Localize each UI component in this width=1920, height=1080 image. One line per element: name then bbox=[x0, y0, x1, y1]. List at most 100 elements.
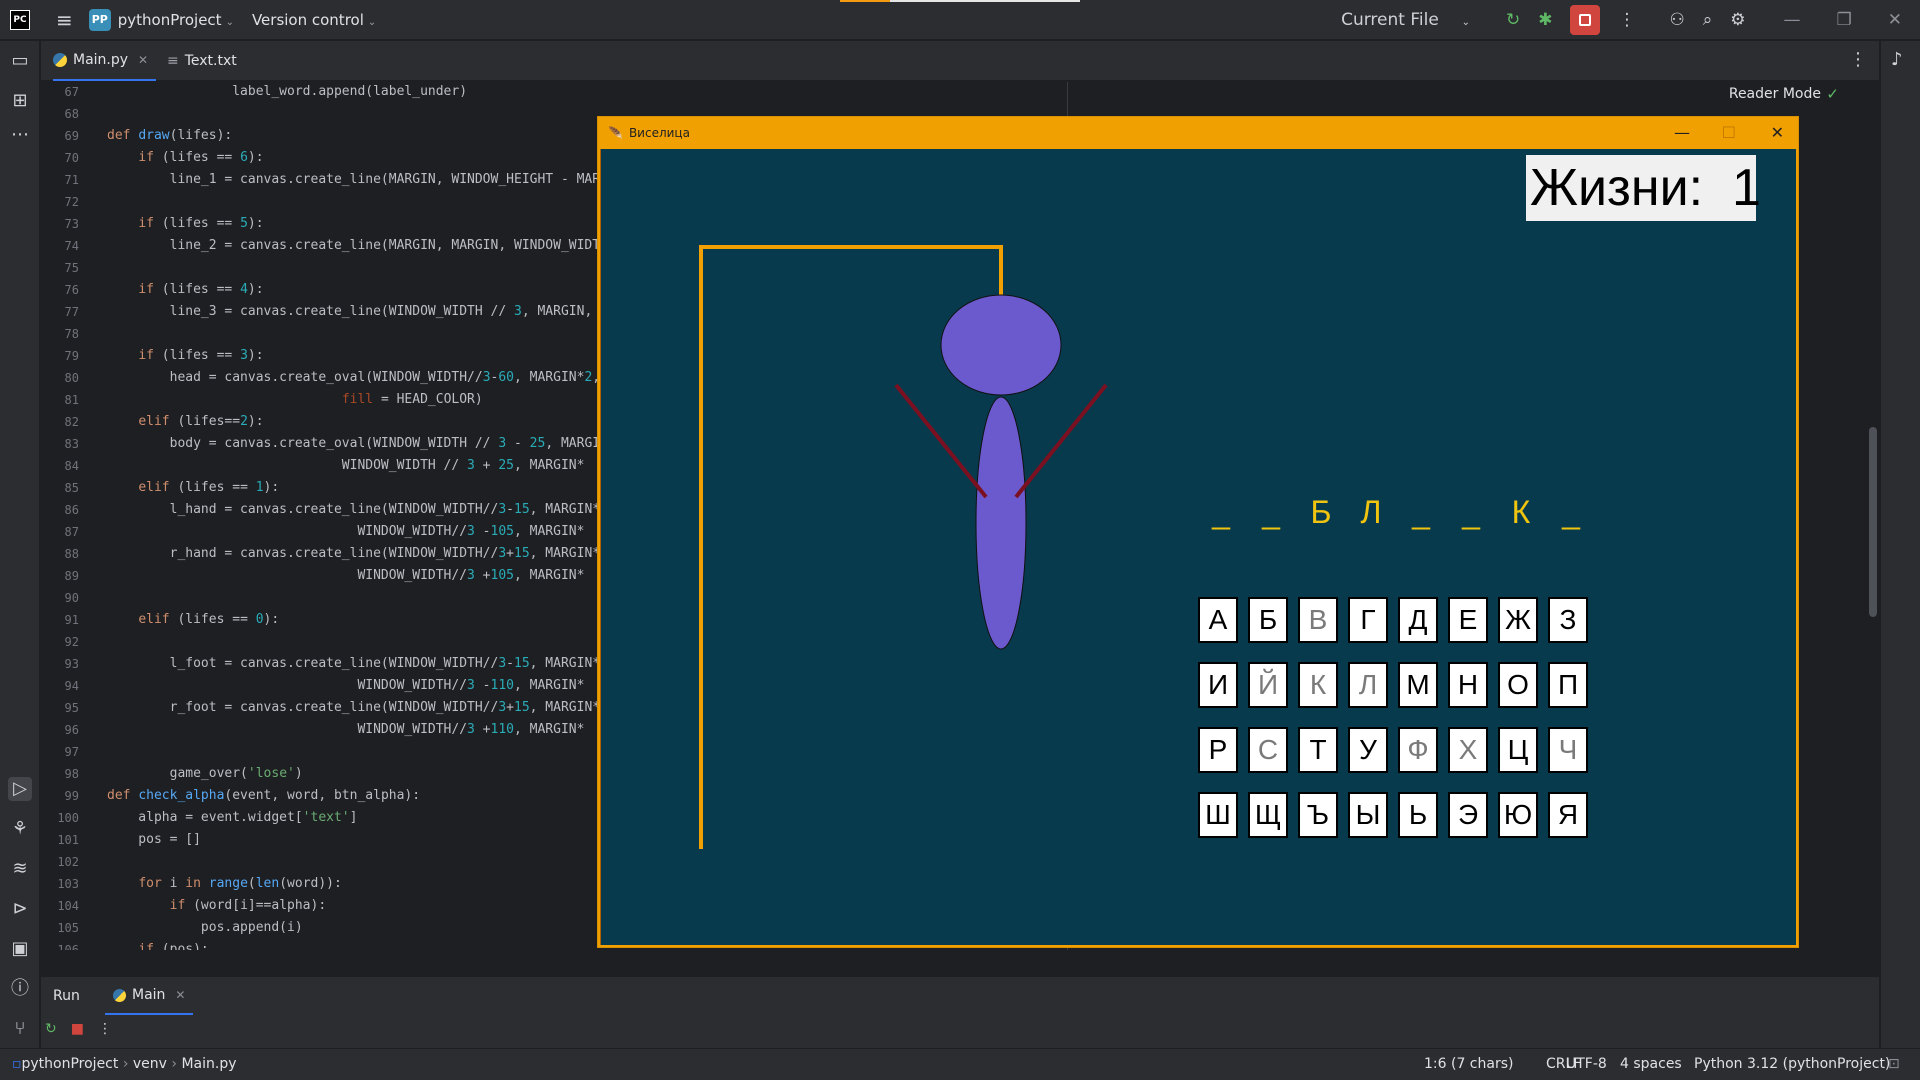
breadcrumb-project[interactable]: pythonProject bbox=[22, 1056, 119, 1072]
letter-button[interactable]: Б bbox=[1248, 597, 1288, 643]
restore-icon[interactable]: ❐ bbox=[1837, 10, 1852, 30]
code-line: if (lifes == 4): bbox=[138, 282, 264, 297]
line-number: 95 bbox=[64, 701, 79, 715]
letter-button[interactable]: Ш bbox=[1198, 792, 1238, 838]
tab-main-py[interactable]: Main.py ✕ bbox=[53, 41, 157, 81]
add-user-icon[interactable]: ⚇ bbox=[1669, 10, 1684, 30]
line-number: 76 bbox=[64, 283, 79, 297]
game-canvas[interactable]: Жизни: 1 _ _ Б Л _ _ К _ АБВГДЕЖЗИЙКЛМНОПРСТУФХ… bbox=[600, 149, 1796, 945]
letter-button[interactable]: О bbox=[1498, 662, 1538, 708]
tab-run-main[interactable]: Main ✕ bbox=[105, 977, 194, 1015]
letter-button[interactable]: Д bbox=[1398, 597, 1438, 643]
project-switcher[interactable]: pythonProject ⌄ bbox=[118, 11, 234, 29]
hangman-titlebar[interactable]: 🪶 Виселица bbox=[598, 117, 1798, 149]
run-tool-icon[interactable]: ▷ bbox=[8, 777, 32, 801]
more-tools-icon[interactable]: ⋯ bbox=[8, 123, 32, 147]
module-icon: ▫ bbox=[12, 1056, 22, 1072]
stop-icon[interactable]: ■ bbox=[71, 1021, 84, 1037]
debug-icon[interactable]: ✱ bbox=[1538, 10, 1552, 30]
line-number: 72 bbox=[64, 195, 79, 209]
letter-button[interactable]: П bbox=[1548, 662, 1588, 708]
reader-mode-toggle[interactable]: Reader Mode bbox=[1729, 86, 1821, 102]
letter-button[interactable]: К bbox=[1298, 662, 1338, 708]
word-letter-slot: К bbox=[1511, 494, 1531, 530]
layers-icon[interactable]: ≋ bbox=[8, 857, 32, 881]
inspection-ok-icon[interactable]: ✓ bbox=[1826, 85, 1839, 103]
python-file-icon bbox=[113, 988, 126, 1002]
more-actions-icon[interactable]: ⋮ bbox=[98, 1021, 112, 1037]
breadcrumb-venv[interactable]: venv bbox=[133, 1056, 167, 1072]
file-encoding[interactable]: UTF-8 bbox=[1566, 1056, 1607, 1072]
letter-button[interactable]: И bbox=[1198, 662, 1238, 708]
rerun-icon[interactable]: ↻ bbox=[45, 1021, 57, 1037]
breadcrumb-file[interactable]: Main.py bbox=[181, 1056, 236, 1072]
close-tab-icon[interactable]: ✕ bbox=[138, 53, 148, 67]
letter-button[interactable]: У bbox=[1348, 727, 1388, 773]
close-tab-icon[interactable]: ✕ bbox=[175, 988, 185, 1002]
python-console-icon[interactable]: ⚘ bbox=[8, 817, 32, 841]
structure-icon[interactable]: ⊞ bbox=[8, 89, 32, 113]
terminal-icon[interactable]: ▣ bbox=[8, 937, 32, 961]
breadcrumb[interactable]: ▫pythonProject › venv › Main.py bbox=[12, 1056, 237, 1072]
letter-button[interactable]: Р bbox=[1198, 727, 1238, 773]
lock-icon[interactable]: ⊡ bbox=[1888, 1056, 1900, 1072]
letter-button[interactable]: Ц bbox=[1498, 727, 1538, 773]
letter-button[interactable]: Н bbox=[1448, 662, 1488, 708]
tab-options-icon[interactable]: ⋮ bbox=[1849, 49, 1867, 70]
run-config-label: Current File bbox=[1341, 10, 1439, 30]
services-icon[interactable]: ⊳ bbox=[8, 897, 32, 921]
run-configuration-selector[interactable]: Current File ⌄ bbox=[1341, 10, 1488, 30]
letter-button[interactable]: М bbox=[1398, 662, 1438, 708]
caret-position[interactable]: 1:6 (7 chars) bbox=[1424, 1056, 1513, 1072]
letter-button[interactable]: Ж bbox=[1498, 597, 1538, 643]
letter-button[interactable]: Э bbox=[1448, 792, 1488, 838]
project-badge[interactable]: PP bbox=[88, 8, 111, 31]
code-line: line_1 = canvas.create_line(MARGIN, WIND… bbox=[107, 172, 632, 187]
letter-button[interactable]: Е bbox=[1448, 597, 1488, 643]
letter-button[interactable]: Ъ bbox=[1298, 792, 1338, 838]
letter-button[interactable]: Т bbox=[1298, 727, 1338, 773]
letter-button[interactable]: Ч bbox=[1548, 727, 1588, 773]
close-icon[interactable]: ✕ bbox=[1888, 10, 1902, 30]
python-interpreter[interactable]: Python 3.12 (pythonProject) bbox=[1694, 1056, 1890, 1072]
git-icon[interactable]: ⑂ bbox=[8, 1017, 32, 1041]
letter-button[interactable]: Ь bbox=[1398, 792, 1438, 838]
letter-button[interactable]: В bbox=[1298, 597, 1338, 643]
letter-button[interactable]: Й bbox=[1248, 662, 1288, 708]
more-actions-icon[interactable]: ⋮ bbox=[1618, 10, 1635, 30]
line-number: 85 bbox=[64, 481, 79, 495]
tab-run[interactable]: Run bbox=[53, 977, 80, 1015]
problems-icon[interactable]: ⓘ bbox=[8, 977, 32, 1001]
letter-button[interactable]: Г bbox=[1348, 597, 1388, 643]
minimize-icon[interactable]: — bbox=[1784, 10, 1801, 30]
stop-button[interactable] bbox=[1570, 5, 1601, 35]
line-number: 103 bbox=[57, 877, 79, 891]
settings-gear-icon[interactable]: ⚙ bbox=[1730, 10, 1745, 30]
notifications-bell-icon[interactable]: ♪ bbox=[1891, 49, 1903, 70]
minimize-icon[interactable]: — bbox=[1674, 123, 1690, 142]
main-menu-icon[interactable]: ≡ bbox=[56, 8, 73, 32]
line-number: 104 bbox=[57, 899, 79, 913]
indent-setting[interactable]: 4 spaces bbox=[1620, 1056, 1682, 1072]
vcs-menu[interactable]: Version control ⌄ bbox=[252, 11, 376, 29]
code-line: def check_alpha(event, word, btn_alpha): bbox=[107, 788, 421, 803]
letter-button[interactable]: Ы bbox=[1348, 792, 1388, 838]
search-icon[interactable]: ⌕ bbox=[1703, 10, 1713, 30]
letter-button[interactable]: Ф bbox=[1398, 727, 1438, 773]
letter-button[interactable]: Я bbox=[1548, 792, 1588, 838]
hangman-head bbox=[940, 294, 1062, 396]
letter-button[interactable]: С bbox=[1248, 727, 1288, 773]
editor-scrollbar[interactable] bbox=[1869, 427, 1877, 617]
code-line: alpha = event.widget['text'] bbox=[107, 810, 358, 825]
letter-button[interactable]: Л bbox=[1348, 662, 1388, 708]
letter-button[interactable]: А bbox=[1198, 597, 1238, 643]
rerun-icon[interactable]: ↻ bbox=[1506, 10, 1520, 30]
close-icon[interactable]: ✕ bbox=[1771, 123, 1784, 142]
letter-button[interactable]: Х bbox=[1448, 727, 1488, 773]
letter-button[interactable]: Щ bbox=[1248, 792, 1288, 838]
letter-button[interactable]: З bbox=[1548, 597, 1588, 643]
letter-button[interactable]: Ю bbox=[1498, 792, 1538, 838]
tab-text-txt[interactable]: ≡ Text.txt bbox=[167, 41, 237, 81]
maximize-icon[interactable]: ☐ bbox=[1722, 123, 1736, 142]
project-folder-icon[interactable]: ▭ bbox=[8, 49, 32, 73]
